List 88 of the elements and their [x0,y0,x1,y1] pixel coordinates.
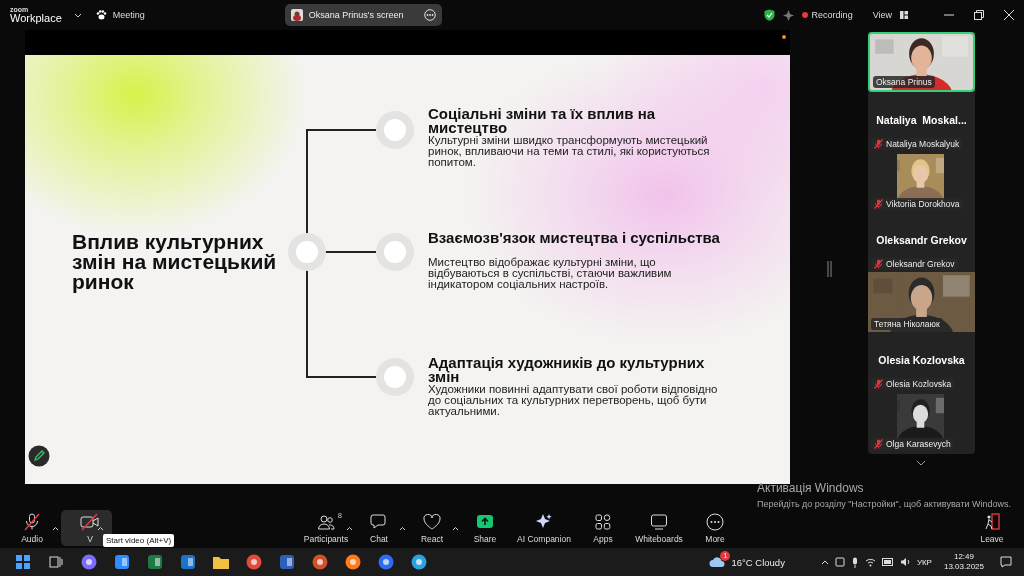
node-circle [376,358,414,396]
caret-up-icon[interactable] [97,526,104,531]
point-heading: Соціальні зміни та їх вплив на мистецтво [428,107,657,135]
participant-tile[interactable]: Olga Karasevych [868,392,975,452]
exit-door-icon [983,513,1001,531]
participant-tile[interactable]: Тетяна Ніколаюк [868,272,975,332]
share-tab[interactable]: Oksana Prinus's screen [284,4,442,26]
avatar-icon [290,9,303,21]
notification-icon[interactable] [1000,556,1012,568]
sparkle-icon[interactable] [782,9,794,21]
ai-button[interactable]: AI Companion [509,513,579,544]
activation-text: Перейдіть до розділу "Настройки", щоб активувати Windows. [757,498,1013,510]
apps-icon [594,513,612,531]
task-view-icon[interactable] [47,553,65,571]
resize-handle-icon[interactable] [826,261,832,277]
caret-up-icon[interactable] [452,526,459,531]
participant-label: Viktoriia Dorokhova [886,199,960,209]
heart-icon [423,513,441,531]
audio-button[interactable]: Audio [8,513,56,544]
participant-name: Olesia Kozlovska [877,354,966,366]
whiteboards-button[interactable]: Whiteboards [627,513,691,544]
participant-label: Oleksandr Grekov [886,259,955,269]
leave-button[interactable]: Leave [968,513,1016,544]
video-button[interactable]: V [79,513,101,544]
windows-logo-icon[interactable] [14,553,32,571]
more-icon[interactable] [423,9,436,21]
point-text: Мистецтво відображає культурні зміни, що відбуваються в суспільстві, стаючи важливим індикатором соціальних настроїв. [428,257,673,290]
microphone-icon[interactable] [850,556,859,568]
participant-label: Oksana Prinus [876,77,932,87]
chat-button[interactable]: Chat [355,513,403,544]
clock[interactable]: 12:49 13.03.2025 [943,552,984,572]
meeting-label[interactable]: Meeting [112,10,145,20]
participant-label: Тетяна Ніколаюк [874,319,940,329]
apps-button[interactable]: Apps [579,513,627,544]
point-heading: Взаємозв'язок мистецтва і суспільства [428,231,721,245]
camera-icon [80,513,100,531]
participant-tile[interactable]: Olesia Kozlovska Olesia Kozlovska [868,332,975,392]
caret-up-icon[interactable] [346,526,353,531]
recording-indicator[interactable]: Recording [801,10,853,20]
chevron-up-icon[interactable] [820,559,829,565]
share-screen-icon [476,513,494,531]
participant-label: Nataliya Moskalyuk [886,139,960,149]
point-text: Культурні зміни швидко трансформують мистецький ринок, впливаючи на теми та стилі, які користуються попитом. [428,135,711,168]
whiteboard-icon [650,513,668,531]
cloud-icon[interactable] [709,556,726,568]
wifi-icon[interactable] [864,557,876,567]
participant-name: Oleksandr Grekov [875,234,968,246]
more-button[interactable]: More [691,513,739,544]
point-text: Художники повинні адаптувати свої роботи відповідно до соціальних та культурних перетворень, щоб бути актуальними. [428,384,719,417]
speaker-icon[interactable] [899,557,911,567]
battery-icon[interactable] [881,558,894,566]
participant-label: Olga Karasevych [886,439,951,449]
chat-bubble-icon [370,513,388,531]
node-circle [376,111,414,149]
participant-name: Nataliya Moskal... [875,114,968,126]
share-button[interactable]: Share [461,513,509,544]
recording-dot-icon [801,12,808,18]
chevron-down-icon[interactable] [916,460,926,466]
restore-icon[interactable] [974,10,984,20]
participant-label: Olesia Kozlovska [886,379,952,389]
app-name: Workplace [10,13,62,24]
close-icon[interactable] [1004,10,1014,20]
point-heading: Адаптація художників до культурних змін [428,356,706,384]
grid-view-icon[interactable] [900,11,908,19]
language-indicator[interactable]: УКР [916,557,932,567]
more-icon [706,513,724,531]
paw-icon[interactable] [95,10,107,20]
node-circle [376,233,414,271]
annotate-pencil-icon[interactable] [28,445,50,467]
notification-badge: 1 [720,551,731,561]
react-button[interactable]: React [408,513,456,544]
shield-icon[interactable] [763,9,775,21]
activation-title: Активація Windows [757,481,865,495]
participant-tile[interactable]: Oleksandr Grekov Oleksandr Grekov [868,212,975,272]
chevron-down-icon[interactable] [73,12,82,18]
caret-up-icon[interactable] [399,526,406,531]
microphone-icon [23,513,41,531]
view-button[interactable]: View [872,10,892,20]
weather-text[interactable]: 16°C Cloudy [731,556,785,568]
slide-title: Вплив культурних змін на мистецький ринок [72,232,278,292]
caret-up-icon[interactable] [52,526,59,531]
participant-tile[interactable]: Oksana Prinus [868,32,975,92]
tooltip: Start video (Alt+V) [103,534,175,547]
node-circle [288,233,326,271]
participant-tile[interactable]: Nataliya Moskal... Nataliya Moskalyuk [868,92,975,152]
participant-tile[interactable]: Viktoriia Dorokhova [868,152,975,212]
people-icon [317,513,335,531]
status-dot-icon [782,35,786,39]
